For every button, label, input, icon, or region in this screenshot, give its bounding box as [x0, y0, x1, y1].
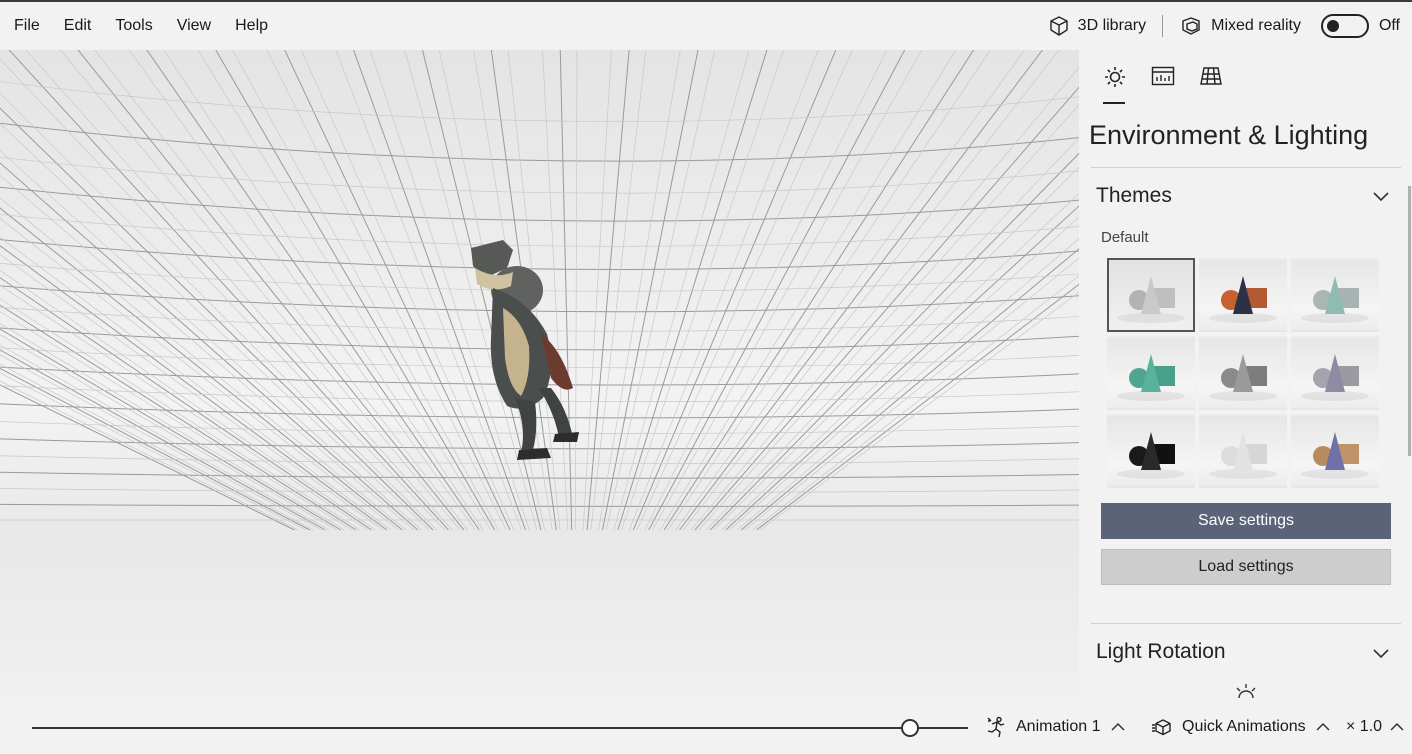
- menu-view[interactable]: View: [165, 2, 223, 50]
- menu-file[interactable]: File: [0, 2, 52, 50]
- theme-preview-icon: [1117, 432, 1185, 479]
- dinosaur-model[interactable]: [455, 238, 590, 463]
- timeline-track[interactable]: [32, 727, 968, 729]
- theme-tile[interactable]: [1291, 258, 1379, 332]
- quick-animations-selector[interactable]: Quick Animations: [1152, 714, 1338, 740]
- menu-tools[interactable]: Tools: [103, 2, 164, 50]
- chevron-up-icon[interactable]: [1316, 722, 1330, 732]
- save-settings-button[interactable]: Save settings: [1101, 503, 1391, 539]
- chevron-up-icon[interactable]: [1110, 722, 1125, 732]
- theme-preview-icon: [1209, 432, 1277, 479]
- animation-label: Animation 1: [1016, 718, 1101, 735]
- mixed-reality-toggle[interactable]: [1320, 14, 1369, 38]
- theme-tile[interactable]: [1291, 414, 1379, 488]
- section-divider: [1091, 623, 1401, 624]
- theme-preview-icon: [1117, 276, 1185, 323]
- 3d-library-label: 3D library: [1077, 17, 1147, 34]
- mixed-reality-label: Mixed reality: [1211, 17, 1301, 34]
- 3d-viewport[interactable]: [0, 50, 1079, 698]
- grid-icon: [1200, 67, 1222, 85]
- theme-tile[interactable]: [1199, 336, 1287, 410]
- tab-environment[interactable]: [1091, 62, 1139, 104]
- cube-icon: [1049, 16, 1068, 36]
- chevron-up-icon[interactable]: [1390, 722, 1404, 732]
- title-divider: [1091, 167, 1401, 168]
- theme-tile[interactable]: [1107, 336, 1195, 410]
- load-settings-button[interactable]: Load settings: [1101, 549, 1391, 585]
- panel-scrollbar[interactable]: [1408, 186, 1411, 456]
- running-figure-icon: [987, 716, 1005, 738]
- theme-preview-icon: [1117, 354, 1185, 401]
- menubar-separator: [1162, 15, 1164, 37]
- timeline-thumb[interactable]: [900, 719, 919, 737]
- speed-label: × 1.0: [1346, 718, 1383, 735]
- toggle-state-label: Off: [1378, 17, 1400, 34]
- theme-preview-icon: [1301, 354, 1369, 401]
- theme-preview-icon: [1301, 276, 1369, 323]
- theme-tile[interactable]: [1199, 258, 1287, 332]
- panel-title: Environment & Lighting: [1089, 120, 1369, 150]
- theme-tile[interactable]: [1291, 336, 1379, 410]
- 3d-library-button[interactable]: 3D library: [1038, 2, 1156, 50]
- light-source-icon[interactable]: [1233, 682, 1259, 698]
- menu-help[interactable]: Help: [223, 2, 280, 50]
- light-rotation-header[interactable]: Light Rotation: [1096, 640, 1226, 664]
- mixed-reality-button[interactable]: Mixed reality: [1169, 2, 1311, 50]
- speed-selector[interactable]: × 1.0: [1346, 714, 1412, 740]
- theme-preview-icon: [1301, 432, 1369, 479]
- tab-grid[interactable]: [1187, 62, 1235, 104]
- themes-header[interactable]: Themes: [1096, 184, 1172, 208]
- panel-tabs: [1091, 62, 1235, 104]
- theme-tile[interactable]: [1107, 414, 1195, 488]
- sun-icon: [1105, 67, 1125, 87]
- theme-default-label: Default: [1101, 229, 1149, 246]
- stats-icon: [1151, 66, 1175, 86]
- animation-bar: Animation 1 Quick Animations × 1.0: [0, 698, 1412, 754]
- theme-preview-icon: [1209, 354, 1277, 401]
- menu-bar: File Edit Tools View Help 3D library Mix…: [0, 0, 1412, 50]
- theme-preview-icon: [1209, 276, 1277, 323]
- quick-animations-label: Quick Animations: [1182, 718, 1306, 735]
- theme-tile[interactable]: [1199, 414, 1287, 488]
- quick-animations-icon: [1152, 719, 1171, 736]
- chevron-down-icon[interactable]: [1372, 190, 1390, 202]
- menubar-right: 3D library Mixed reality Off: [1038, 2, 1412, 50]
- themes-grid: [1107, 258, 1381, 488]
- theme-tile[interactable]: [1107, 258, 1195, 332]
- menu-edit[interactable]: Edit: [52, 2, 104, 50]
- environment-panel: Environment & Lighting Themes Default Sa…: [1079, 50, 1412, 698]
- animation-selector[interactable]: Animation 1: [986, 714, 1133, 740]
- chevron-down-icon[interactable]: [1372, 647, 1390, 659]
- toggle-knob: [1326, 20, 1339, 32]
- mixed-reality-icon: [1182, 17, 1200, 35]
- tab-stats[interactable]: [1139, 62, 1187, 104]
